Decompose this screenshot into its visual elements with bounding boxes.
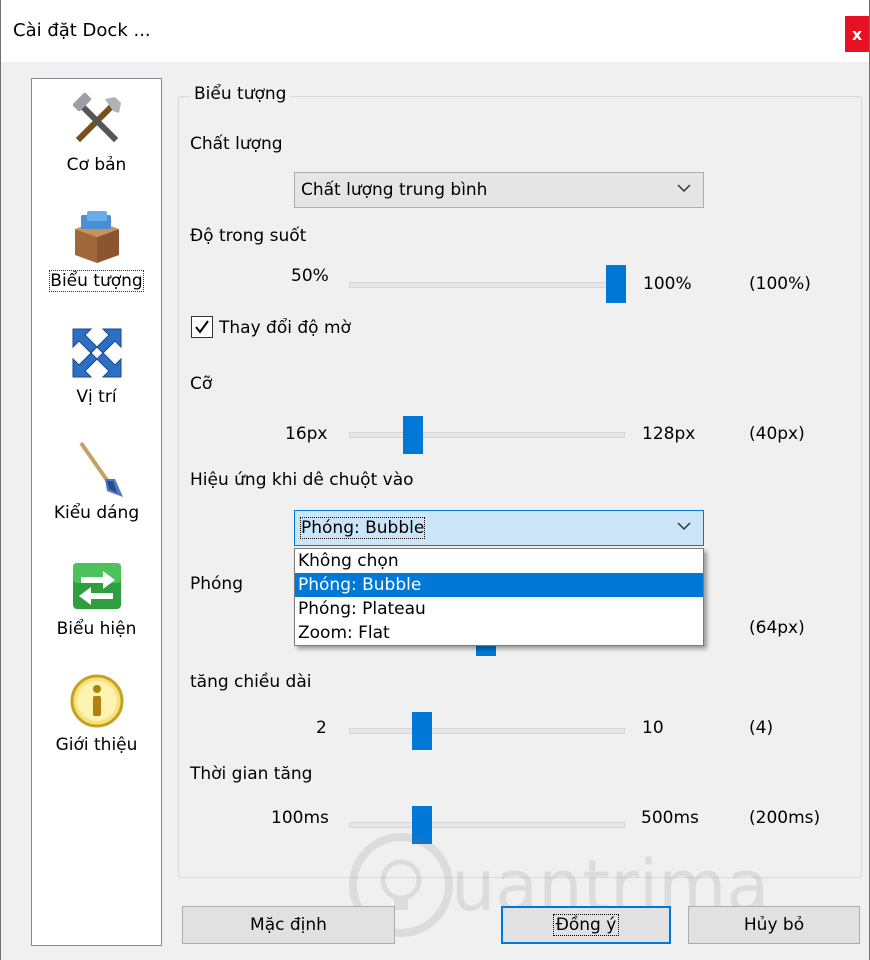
zoom-label: Phóng	[190, 574, 243, 594]
info-icon	[70, 674, 123, 728]
size-min-label: 16px	[285, 424, 328, 444]
default-button[interactable]: Mặc định	[182, 906, 395, 944]
opacity-slider-thumb[interactable]	[606, 265, 626, 303]
sidebar-item-label: Vị trí	[76, 387, 117, 407]
quality-select-value: Chất lượng trung bình	[301, 180, 488, 200]
time-value: (200ms)	[749, 808, 821, 828]
opacity-slider-track[interactable]	[349, 282, 625, 288]
sidebar-item-behavior[interactable]: Biểu hiện	[32, 549, 161, 661]
zoom-value: (64px)	[749, 618, 805, 638]
sidebar-item-basic[interactable]: Cơ bản	[32, 85, 161, 197]
sidebar-item-label: Cơ bản	[66, 155, 127, 175]
time-slider-track[interactable]	[349, 822, 625, 828]
time-min-label: 100ms	[271, 808, 329, 828]
cancel-button[interactable]: Hủy bỏ	[688, 906, 860, 944]
sidebar-item-position[interactable]: Vị trí	[32, 317, 161, 429]
size-slider-thumb[interactable]	[403, 416, 423, 454]
default-button-label: Mặc định	[250, 915, 327, 935]
dropdown-option[interactable]: Không chọn	[295, 549, 703, 573]
sidebar-item-label: Kiểu dáng	[53, 503, 140, 523]
group-legend: Biểu tượng	[190, 84, 291, 104]
hover-effect-dropdown-list[interactable]: Không chọn Phóng: Bubble Phóng: Plateau …	[294, 548, 704, 646]
opacity-label: Độ trong suốt	[190, 226, 307, 246]
size-label: Cỡ	[190, 374, 213, 394]
move-arrows-icon	[72, 328, 121, 378]
sidebar-item-label: Giới thiệu	[55, 735, 138, 755]
close-button[interactable]: x	[845, 16, 869, 52]
time-max-label: 500ms	[641, 808, 699, 828]
length-max-label: 10	[642, 718, 664, 738]
title-bar[interactable]: Cài đặt Dock ... x	[1, 0, 869, 62]
size-value: (40px)	[749, 424, 805, 444]
hover-effect-select[interactable]: Phóng: Bubble	[294, 510, 704, 546]
ok-button[interactable]: Đồng ý	[501, 906, 671, 944]
sidebar-item-about[interactable]: Giới thiệu	[32, 665, 161, 777]
swap-arrows-icon	[72, 563, 121, 609]
dropdown-option-selected[interactable]: Phóng: Bubble	[295, 573, 703, 597]
length-min-label: 2	[316, 718, 327, 738]
tools-icon	[72, 92, 121, 143]
sidebar-item-label: Biểu tượng	[49, 270, 144, 292]
blur-checkbox-label[interactable]: Thay đổi độ mờ	[219, 318, 351, 338]
sidebar-item-icons[interactable]: Biểu tượng	[32, 201, 161, 313]
window-title: Cài đặt Dock ...	[13, 20, 151, 41]
chevron-down-icon	[677, 184, 691, 193]
length-value: (4)	[749, 718, 774, 738]
dropdown-option[interactable]: Zoom: Flat	[295, 621, 703, 645]
category-sidebar: Cơ bản Biểu tượng Vị trí Kiểu dáng Biểu …	[31, 78, 162, 946]
hover-effect-label: Hiệu ứng khi dê chuột vào	[190, 470, 414, 490]
opacity-value: (100%)	[749, 274, 811, 294]
length-label: tăng chiều dài	[190, 672, 312, 692]
blur-checkbox[interactable]	[191, 316, 213, 338]
size-max-label: 128px	[642, 424, 696, 444]
dropdown-option[interactable]: Phóng: Plateau	[295, 597, 703, 621]
opacity-min-label: 50%	[291, 266, 329, 286]
cancel-button-label: Hủy bỏ	[743, 915, 805, 935]
ok-button-label: Đồng ý	[552, 914, 620, 936]
size-slider-track[interactable]	[349, 432, 625, 438]
chevron-down-icon	[677, 522, 691, 531]
brush-icon	[78, 441, 123, 497]
quality-label: Chất lượng	[190, 134, 283, 154]
sidebar-item-label: Biểu hiện	[56, 619, 137, 639]
length-slider-thumb[interactable]	[412, 712, 432, 750]
settings-window: Cài đặt Dock ... x Cơ bản Biểu tượng Vị …	[0, 0, 870, 960]
quality-select[interactable]: Chất lượng trung bình	[294, 172, 704, 208]
checkmark-icon	[195, 320, 209, 334]
length-slider-track[interactable]	[349, 728, 625, 734]
sidebar-item-style[interactable]: Kiểu dáng	[32, 433, 161, 545]
hover-effect-select-value: Phóng: Bubble	[299, 517, 426, 539]
opacity-max-label: 100%	[643, 274, 692, 294]
box-icon	[74, 211, 119, 263]
time-label: Thời gian tăng	[190, 764, 313, 784]
